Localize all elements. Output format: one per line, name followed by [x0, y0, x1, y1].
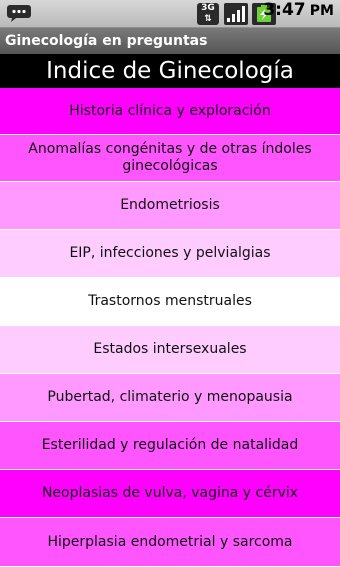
app-title: Ginecología en preguntas [5, 33, 208, 49]
app-title-bar: Ginecología en preguntas [0, 28, 340, 54]
network-3g-icon: 3G ⇅ [197, 3, 219, 25]
list-item[interactable]: Estados intersexuales [0, 326, 340, 374]
index-header: Indice de Ginecología [0, 54, 340, 88]
chapter-list: Historia clínica y exploración Anomalías… [0, 88, 340, 566]
status-bar: 3G ⇅ 3:47 PM [0, 0, 340, 28]
list-item-label: EIP, infecciones y pelvialgias [69, 245, 271, 261]
list-item-label: Hiperplasia endometrial y sarcoma [47, 533, 293, 550]
list-item-label: Pubertad, climaterio y menopausia [47, 389, 293, 405]
network-label: 3G [201, 3, 215, 13]
list-item-label: Endometriosis [120, 197, 220, 213]
list-item-label: Historia clínica y exploración [69, 102, 271, 119]
list-item-label: Esterilidad y regulación de natalidad [41, 437, 299, 453]
list-item[interactable]: Esterilidad y regulación de natalidad [0, 422, 340, 470]
list-item-label: Estados intersexuales [93, 341, 247, 357]
list-item[interactable]: Neoplasias de vulva, vagina y cérvix [0, 470, 340, 518]
clock-suffix: PM [309, 3, 334, 19]
list-item-label: Anomalías congénitas y de otras índoles … [28, 141, 312, 174]
list-item[interactable]: Pubertad, climaterio y menopausia [0, 374, 340, 422]
notification-icon[interactable] [6, 4, 32, 22]
list-item[interactable]: Anomalías congénitas y de otras índoles … [0, 135, 340, 182]
index-title: Indice de Ginecología [46, 58, 294, 84]
list-item-label: Neoplasias de vulva, vagina y cérvix [41, 485, 299, 501]
list-item-label: Trastornos menstruales [88, 293, 252, 309]
list-item[interactable]: Trastornos menstruales [0, 278, 340, 326]
signal-icon [224, 3, 248, 25]
clock: 3:47 PM [263, 0, 334, 28]
clock-time: 3:47 [263, 0, 306, 20]
list-item[interactable]: Endometriosis [0, 182, 340, 230]
list-item[interactable]: EIP, infecciones y pelvialgias [0, 230, 340, 278]
list-item[interactable]: Historia clínica y exploración [0, 88, 340, 135]
list-item[interactable]: Hiperplasia endometrial y sarcoma [0, 518, 340, 566]
